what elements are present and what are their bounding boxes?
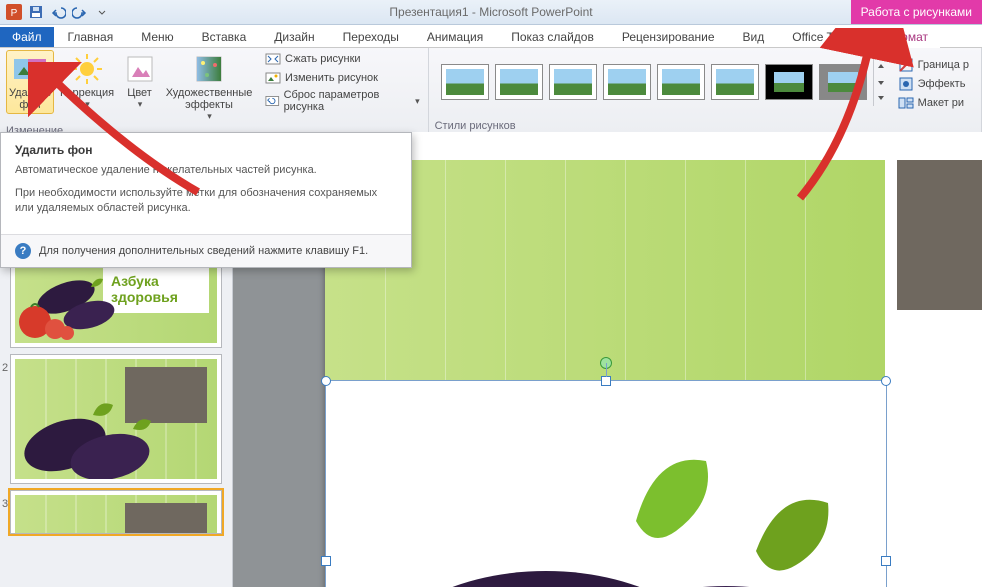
style-thumb-4[interactable] (603, 64, 651, 100)
veggie-art-1 (15, 267, 131, 343)
style-thumb-3[interactable] (549, 64, 597, 100)
title-bar: P Презентация1 - Microsoft PowerPoint Ра… (0, 0, 982, 25)
selected-picture[interactable] (325, 380, 887, 587)
style-thumb-1[interactable] (441, 64, 489, 100)
annotation-arrow-left (28, 62, 228, 202)
tab-file[interactable]: Файл (0, 27, 54, 47)
change-label: Изменить рисунок (285, 72, 378, 84)
qat-more-icon[interactable] (92, 2, 112, 22)
eggplant-image (326, 381, 886, 587)
compress-icon (265, 51, 281, 67)
tab-insert[interactable]: Вставка (188, 27, 261, 47)
redo-icon[interactable] (70, 2, 90, 22)
veggie-art-2 (15, 385, 165, 479)
style-thumb-5[interactable] (657, 64, 705, 100)
undo-icon[interactable] (48, 2, 68, 22)
change-picture-icon (265, 70, 281, 86)
slide-number-2: 2 (2, 362, 8, 374)
reset-icon (265, 93, 280, 109)
change-picture-button[interactable]: Изменить рисунок (263, 69, 380, 87)
contextual-tab-label: Работа с рисунками (851, 0, 982, 24)
tab-design[interactable]: Дизайн (260, 27, 328, 47)
tab-slideshow[interactable]: Показ слайдов (497, 27, 608, 47)
quick-access-toolbar: P (0, 2, 112, 22)
help-icon: ? (15, 243, 31, 259)
reset-label: Сброс параметров рисунка (284, 89, 411, 113)
compress-pictures-button[interactable]: Сжать рисунки (263, 50, 363, 68)
tooltip-help: Для получения дополнительных сведений на… (39, 245, 368, 257)
slide-number-3: 3 (2, 498, 8, 510)
tab-transitions[interactable]: Переходы (329, 27, 413, 47)
slide-thumb-1[interactable]: Азбуказдоровья (10, 258, 222, 348)
tab-home[interactable]: Главная (54, 27, 128, 47)
svg-text:P: P (11, 8, 18, 19)
slide-thumb-2[interactable] (10, 354, 222, 484)
tab-menu[interactable]: Меню (127, 27, 187, 47)
style-thumb-6[interactable] (711, 64, 759, 100)
save-icon[interactable] (26, 2, 46, 22)
style-thumb-2[interactable] (495, 64, 543, 100)
annotation-arrow-right (760, 28, 960, 208)
tab-review[interactable]: Рецензирование (608, 27, 729, 47)
tab-animation[interactable]: Анимация (413, 27, 497, 47)
powerpoint-icon[interactable]: P (4, 2, 24, 22)
compress-label: Сжать рисунки (285, 53, 361, 65)
slide-thumb-3[interactable] (10, 490, 222, 534)
reset-picture-button[interactable]: Сброс параметров рисунка ▾ (263, 88, 422, 114)
window-title: Презентация1 - Microsoft PowerPoint (389, 5, 592, 19)
